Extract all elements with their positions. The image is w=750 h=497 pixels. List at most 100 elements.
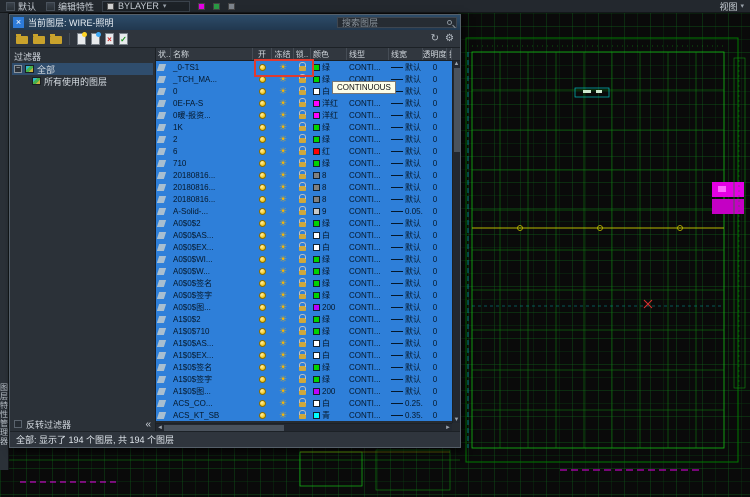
- layer-lock-cell[interactable]: [294, 97, 311, 109]
- bulb-on-icon[interactable]: [259, 220, 266, 227]
- layer-linetype-cell[interactable]: CONTI...: [347, 385, 389, 397]
- layer-lock-cell[interactable]: [294, 181, 311, 193]
- layer-on-cell[interactable]: [253, 121, 272, 133]
- layer-lock-cell[interactable]: [294, 325, 311, 337]
- sun-icon[interactable]: ☀: [279, 351, 287, 360]
- layer-row[interactable]: A0$0$WI...☀绿CONTI...默认0: [156, 253, 452, 265]
- unlock-icon[interactable]: [299, 282, 306, 287]
- layer-color-cell[interactable]: 洋红: [311, 97, 347, 109]
- unlock-icon[interactable]: [299, 306, 306, 311]
- layer-lineweight-cell[interactable]: 默认: [389, 97, 423, 109]
- layer-lock-cell[interactable]: [294, 373, 311, 385]
- layer-lock-cell[interactable]: [294, 409, 311, 421]
- layer-freeze-cell[interactable]: ☀: [272, 157, 294, 169]
- filter-tree-item[interactable]: −全部: [12, 63, 153, 75]
- layer-linetype-cell[interactable]: CONTI...: [347, 169, 389, 181]
- layer-lineweight-cell[interactable]: 0.35...: [389, 409, 423, 421]
- layer-lock-cell[interactable]: [294, 157, 311, 169]
- layer-lock-cell[interactable]: [294, 205, 311, 217]
- unlock-icon[interactable]: [299, 378, 306, 383]
- layer-lineweight-cell[interactable]: 默认: [389, 169, 423, 181]
- layer-lock-cell[interactable]: [294, 73, 311, 85]
- sun-icon[interactable]: ☀: [279, 243, 287, 252]
- layer-row[interactable]: A1$0$EX...☀白CONTI...默认0: [156, 349, 452, 361]
- bulb-on-icon[interactable]: [259, 64, 266, 71]
- layer-on-cell[interactable]: [253, 241, 272, 253]
- layer-color-cell[interactable]: 8: [311, 181, 347, 193]
- layer-on-cell[interactable]: [253, 373, 272, 385]
- layer-row[interactable]: A1$0$签名☀绿CONTI...默认0: [156, 361, 452, 373]
- layer-lock-cell[interactable]: [294, 217, 311, 229]
- layer-on-cell[interactable]: [253, 277, 272, 289]
- layer-freeze-cell[interactable]: ☀: [272, 313, 294, 325]
- layer-row[interactable]: A1$0$图...☀200CONTI...默认0: [156, 385, 452, 397]
- layer-linetype-cell[interactable]: CONTI...: [347, 313, 389, 325]
- layer-transparency-cell[interactable]: 0: [423, 145, 447, 157]
- bulb-on-icon[interactable]: [259, 184, 266, 191]
- layer-transparency-cell[interactable]: 0: [423, 361, 447, 373]
- layer-row[interactable]: 0☀白CONTI...默认0: [156, 85, 452, 97]
- layer-freeze-cell[interactable]: ☀: [272, 301, 294, 313]
- unlock-icon[interactable]: [299, 126, 306, 131]
- layer-lock-cell[interactable]: [294, 337, 311, 349]
- unlock-icon[interactable]: [299, 390, 306, 395]
- layer-row[interactable]: ACS_KT_SB☀青CONTI...0.35...0: [156, 409, 452, 421]
- layer-row[interactable]: _0-TS1☀绿CONTI...默认0: [156, 61, 452, 73]
- vertical-scrollbar[interactable]: ▲ ▼: [452, 61, 460, 423]
- color-swatch-icon[interactable]: [313, 316, 320, 323]
- layer-freeze-cell[interactable]: ☀: [272, 61, 294, 73]
- layer-on-cell[interactable]: [253, 85, 272, 97]
- bulb-on-icon[interactable]: [259, 88, 266, 95]
- unlock-icon[interactable]: [299, 234, 306, 239]
- bulb-on-icon[interactable]: [259, 124, 266, 131]
- unlock-icon[interactable]: [299, 246, 306, 251]
- layer-lock-cell[interactable]: [294, 301, 311, 313]
- color-swatch-icon[interactable]: [313, 220, 320, 227]
- layer-on-cell[interactable]: [253, 361, 272, 373]
- sun-icon[interactable]: ☀: [279, 99, 287, 108]
- layer-transparency-cell[interactable]: 0: [423, 373, 447, 385]
- layer-color-cell[interactable]: 绿: [311, 157, 347, 169]
- unlock-icon[interactable]: [299, 210, 306, 215]
- bulb-on-icon[interactable]: [259, 400, 266, 407]
- sun-icon[interactable]: ☀: [279, 411, 287, 420]
- bulb-on-icon[interactable]: [259, 280, 266, 287]
- layer-freeze-cell[interactable]: ☀: [272, 73, 294, 85]
- unlock-icon[interactable]: [299, 78, 306, 83]
- layer-transparency-cell[interactable]: 0: [423, 133, 447, 145]
- bulb-on-icon[interactable]: [259, 160, 266, 167]
- color-swatch-icon[interactable]: [313, 160, 320, 167]
- layer-row[interactable]: A0$0$图...☀200CONTI...默认0: [156, 301, 452, 313]
- layer-freeze-cell[interactable]: ☀: [272, 181, 294, 193]
- layer-on-cell[interactable]: [253, 289, 272, 301]
- layer-on-cell[interactable]: [253, 229, 272, 241]
- layer-transparency-cell[interactable]: 0: [423, 157, 447, 169]
- layer-on-cell[interactable]: [253, 325, 272, 337]
- tree-expander-icon[interactable]: −: [14, 65, 22, 73]
- sun-icon[interactable]: ☀: [279, 195, 287, 204]
- layer-color-cell[interactable]: 青: [311, 409, 347, 421]
- bulb-on-icon[interactable]: [259, 244, 266, 251]
- sun-icon[interactable]: ☀: [279, 255, 287, 264]
- color-swatch-icon[interactable]: [313, 280, 320, 287]
- layer-transparency-cell[interactable]: 0: [423, 229, 447, 241]
- bulb-on-icon[interactable]: [259, 268, 266, 275]
- unlock-icon[interactable]: [299, 402, 306, 407]
- bulb-on-icon[interactable]: [259, 352, 266, 359]
- unlock-icon[interactable]: [299, 294, 306, 299]
- bulb-on-icon[interactable]: [259, 208, 266, 215]
- new-layer-icon[interactable]: [77, 33, 86, 45]
- layer-row[interactable]: A0$0$签字☀绿CONTI...默认0: [156, 289, 452, 301]
- layer-freeze-cell[interactable]: ☀: [272, 349, 294, 361]
- layer-lineweight-cell[interactable]: 默认: [389, 157, 423, 169]
- sun-icon[interactable]: ☀: [279, 399, 287, 408]
- layer-color-cell[interactable]: 绿: [311, 277, 347, 289]
- unlock-icon[interactable]: [299, 162, 306, 167]
- layer-transparency-cell[interactable]: 0: [423, 241, 447, 253]
- layer-freeze-cell[interactable]: ☀: [272, 265, 294, 277]
- unlock-icon[interactable]: [299, 258, 306, 263]
- filter-tree-item[interactable]: 所有使用的图层: [12, 75, 153, 87]
- layer-lock-cell[interactable]: [294, 265, 311, 277]
- unlock-icon[interactable]: [299, 198, 306, 203]
- column-header-plot[interactable]: 打..: [447, 48, 452, 60]
